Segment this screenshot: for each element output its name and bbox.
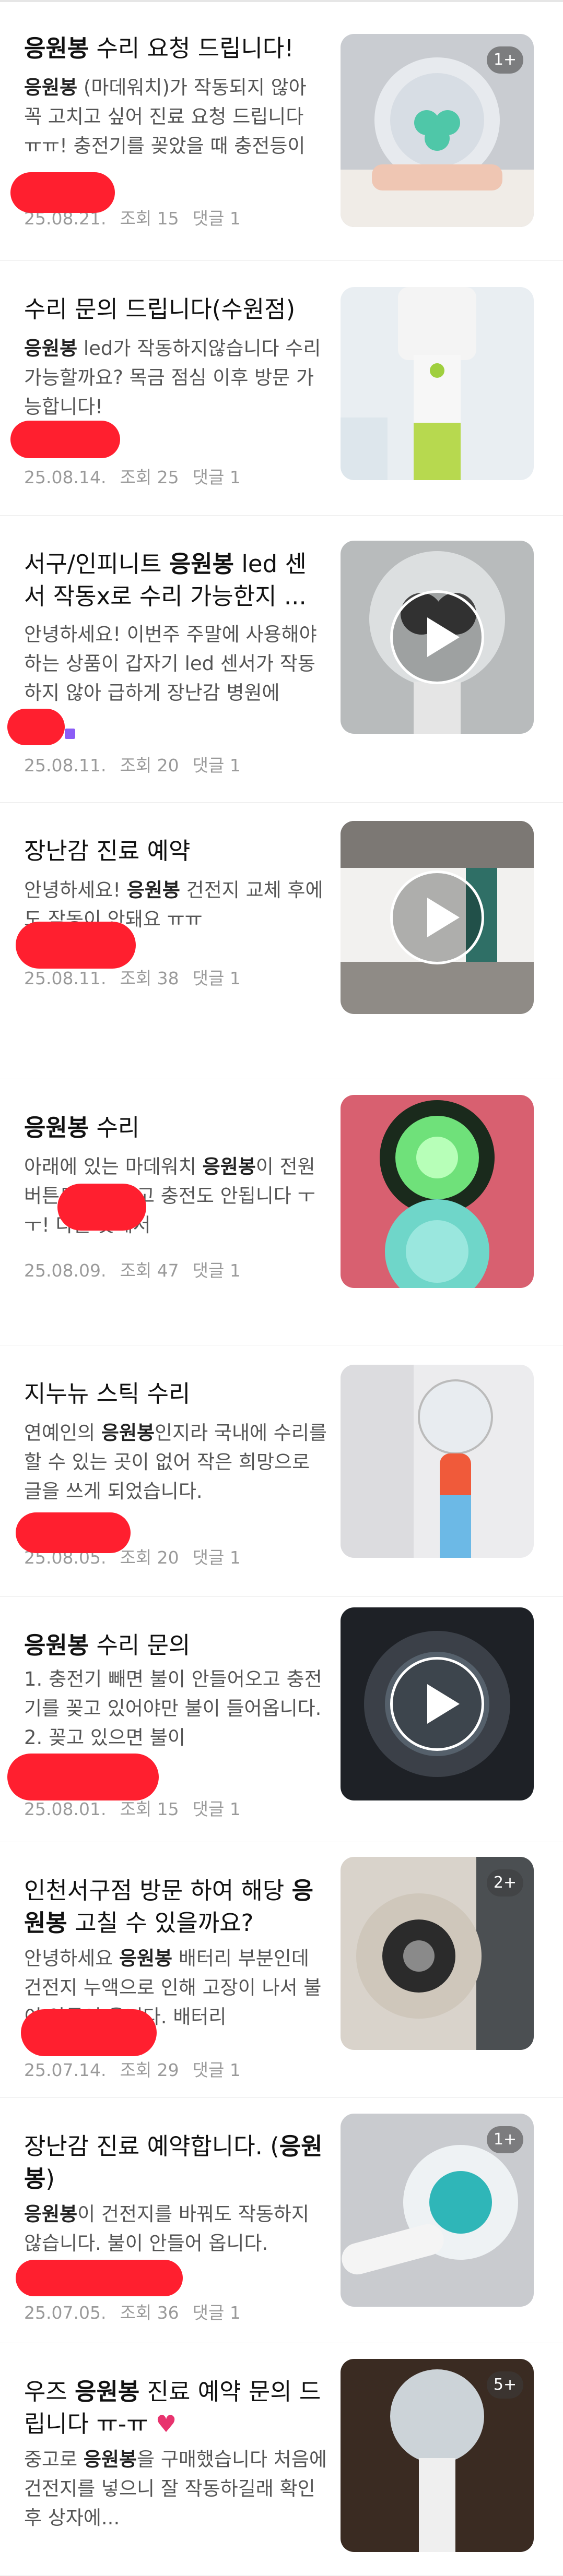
- image-count-badge: 1+: [487, 46, 523, 74]
- list-item[interactable]: 장난감 진료 예약 안녕하세요! 응원봉 건전지 교체 후에도 작동이 안돼요 ㅠ…: [0, 803, 563, 1079]
- image-count-badge: 1+: [487, 2126, 523, 2153]
- post-preview: 응원봉 led가 작동하지않습니다 수리 가능할까요? 목금 점심 이후 방문 …: [24, 337, 321, 418]
- view-count: 조회 36: [120, 2303, 179, 2323]
- post-title[interactable]: 응원봉 수리: [24, 1112, 327, 1144]
- post-preview: 1. 충전기 빼면 불이 안들어오고 충전기를 꽂고 있어야만 불이 들어옵니다…: [24, 1668, 322, 1749]
- redaction-mark: [10, 172, 115, 213]
- post-meta: 25.07.05. 조회 36 댓글 1: [24, 2299, 254, 2324]
- post-meta: 25.08.09. 조회 47 댓글 1: [24, 1257, 254, 1282]
- post-title[interactable]: 서구/인피니트 응원봉 led 센서 작동x로 수리 가능한지 ...: [24, 548, 327, 613]
- attachment-icon: [65, 729, 75, 739]
- list-item[interactable]: 인천서구점 방문 하여 해당 응원봉 고칠 수 있을까요? 안녕하세요 응원봉 배…: [0, 1842, 563, 2098]
- view-count: 조회 25: [120, 467, 179, 487]
- view-count: 조회 15: [120, 1799, 179, 1819]
- list-item[interactable]: 응원봉 수리 요청 드립니다! 응원봉 (마데워치)가 작동되지 않아 꼭 고치고…: [0, 0, 563, 261]
- post-meta: 25.07.14. 조회 29 댓글 1: [24, 2056, 254, 2081]
- post-thumbnail[interactable]: [341, 541, 534, 734]
- redaction-mark: [7, 1754, 159, 1800]
- post-preview: 안녕하세요! 이번주 주말에 사용해야 하는 상품이 갑자기 led 센서가 작…: [24, 623, 317, 704]
- post-date: 25.08.11.: [24, 968, 107, 988]
- redaction-mark: [16, 922, 136, 969]
- play-icon[interactable]: [390, 870, 484, 964]
- view-count: 조회 38: [120, 968, 179, 988]
- list-item[interactable]: 우즈 응원봉 진료 예약 문의 드립니다 ㅠ-ㅠ ♥ 중고로 응원봉을 구매했습니…: [0, 2343, 563, 2576]
- comment-count: 댓글 1: [192, 1260, 241, 1281]
- post-date: 25.08.11.: [24, 755, 107, 776]
- comment-count: 댓글 1: [192, 755, 241, 776]
- image-count-badge: 5+: [487, 2371, 523, 2399]
- post-thumbnail[interactable]: [341, 1365, 534, 1558]
- post-title[interactable]: 지누뉴 스틱 수리: [24, 1378, 327, 1410]
- post-title[interactable]: 장난감 진료 예약: [24, 835, 327, 867]
- view-count: 조회 20: [120, 755, 179, 776]
- post-thumbnail[interactable]: [341, 287, 534, 480]
- redaction-mark: [10, 421, 120, 458]
- post-title[interactable]: 장난감 진료 예약합니다. (응원봉): [24, 2130, 327, 2195]
- post-title[interactable]: 응원봉 수리 문의: [24, 1629, 327, 1662]
- list-item[interactable]: 장난감 진료 예약합니다. (응원봉) 응원봉이 건전지를 바꿔도 작동하지 않습…: [0, 2098, 563, 2343]
- post-date: 25.08.01.: [24, 1799, 107, 1819]
- list-item[interactable]: 서구/인피니트 응원봉 led 센서 작동x로 수리 가능한지 ... 안녕하세요…: [0, 516, 563, 803]
- list-item[interactable]: 응원봉 수리 문의 1. 충전기 빼면 불이 안들어오고 충전기를 꽂고 있어야만…: [0, 1597, 563, 1842]
- redaction-mark: [57, 1184, 146, 1231]
- redaction-mark: [21, 2009, 157, 2056]
- post-title[interactable]: 우즈 응원봉 진료 예약 문의 드립니다 ㅠ-ㅠ ♥: [24, 2376, 327, 2440]
- post-preview: 중고로 응원봉을 구매했습니다 처음에 건전지를 넣으니 잘 작동하길래 확인 …: [24, 2448, 327, 2529]
- play-icon[interactable]: [390, 590, 484, 684]
- post-thumbnail[interactable]: [341, 821, 534, 1014]
- post-title[interactable]: 인천서구점 방문 하여 해당 응원봉 고칠 수 있을까요?: [24, 1875, 327, 1939]
- post-preview: 응원봉이 건전지를 바꿔도 작동하지 않습니다. 불이 안들어 옵니다.: [24, 2203, 309, 2255]
- post-date: 25.07.14.: [24, 2060, 107, 2080]
- comment-count: 댓글 1: [192, 208, 241, 229]
- post-preview: 연예인의 응원봉인지라 국내에 수리를 할 수 있는 곳이 없어 작은 희망으로…: [24, 1422, 327, 1502]
- view-count: 조회 47: [120, 1260, 179, 1281]
- redaction-mark: [7, 709, 65, 745]
- post-thumbnail[interactable]: 1+: [341, 34, 534, 227]
- post-preview: 응원봉 (마데워치)가 작동되지 않아 꼭 고치고 싶어 진료 요청 드립니다 …: [24, 76, 307, 157]
- comment-count: 댓글 1: [192, 2303, 241, 2323]
- list-item[interactable]: 응원봉 수리아래에 있는 마데워치 응원봉이 전원버튼도 안눌리고 충전도 안됩…: [0, 1079, 563, 1345]
- view-count: 조회 29: [120, 2060, 179, 2080]
- post-meta: 25.08.11. 조회 20 댓글 1: [24, 752, 254, 777]
- view-count: 조회 20: [120, 1547, 179, 1568]
- post-thumbnail[interactable]: 5+: [341, 2359, 534, 2552]
- image-count-badge: 2+: [487, 1869, 523, 1897]
- post-title[interactable]: 응원봉 수리 요청 드립니다!: [24, 32, 327, 65]
- post-date: 25.07.05.: [24, 2303, 107, 2323]
- list-item[interactable]: 수리 문의 드립니다(수원점) 응원봉 led가 작동하지않습니다 수리 가능할까…: [0, 261, 563, 516]
- post-date: 25.08.14.: [24, 467, 107, 487]
- comment-count: 댓글 1: [192, 2060, 241, 2080]
- play-icon[interactable]: [390, 1657, 484, 1751]
- comment-count: 댓글 1: [192, 1547, 241, 1568]
- redaction-mark: [16, 1512, 131, 1553]
- post-date: 25.08.09.: [24, 1260, 107, 1281]
- post-meta: 25.08.14. 조회 25 댓글 1: [24, 463, 254, 488]
- post-thumbnail[interactable]: [341, 1095, 534, 1288]
- post-thumbnail[interactable]: 2+: [341, 1857, 534, 2050]
- view-count: 조회 15: [120, 208, 179, 229]
- comment-count: 댓글 1: [192, 467, 241, 487]
- redaction-mark: [16, 2260, 183, 2296]
- post-thumbnail[interactable]: 1+: [341, 2114, 534, 2307]
- comment-count: 댓글 1: [192, 968, 241, 988]
- list-item[interactable]: 지누뉴 스틱 수리연예인의 응원봉인지라 국내에 수리를 할 수 있는 곳이 없…: [0, 1345, 563, 1597]
- post-thumbnail[interactable]: [341, 1607, 534, 1800]
- post-title[interactable]: 수리 문의 드립니다(수원점): [24, 293, 327, 326]
- comment-count: 댓글 1: [192, 1799, 241, 1819]
